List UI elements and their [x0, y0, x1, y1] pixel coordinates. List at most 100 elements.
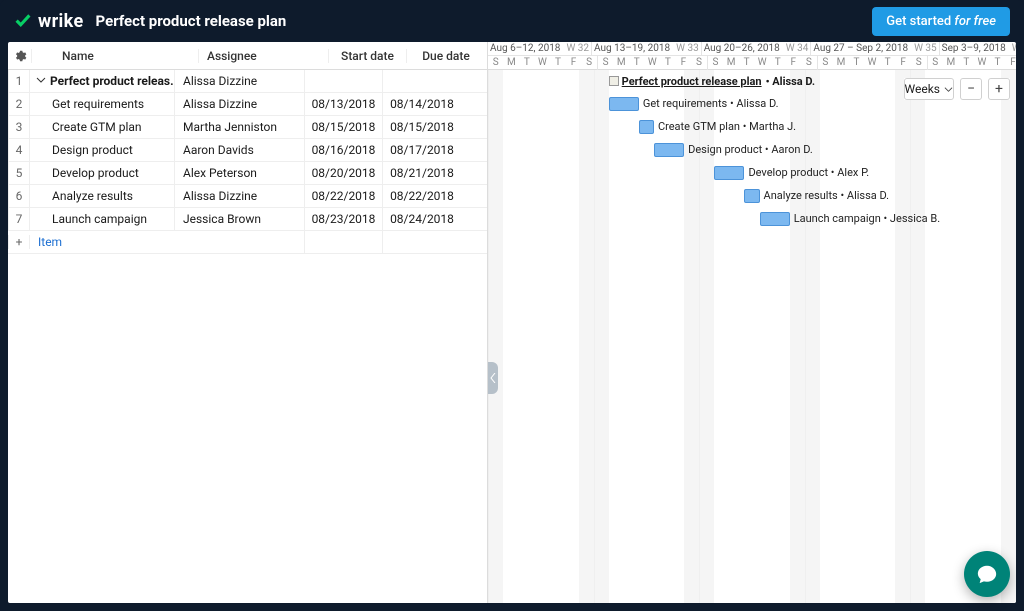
task-due-date[interactable]: 08/24/2018 — [383, 208, 461, 230]
day-letter: F — [1005, 56, 1016, 70]
scale-label: Weeks — [905, 82, 940, 96]
task-due-date[interactable]: 08/21/2018 — [383, 162, 461, 184]
rownum: 1 — [8, 70, 30, 92]
day-letter: M — [723, 56, 739, 70]
day-letter: T — [660, 56, 676, 70]
day-letter: F — [566, 56, 582, 70]
task-name[interactable]: Design product — [30, 139, 175, 161]
task-row[interactable]: 5Develop productAlex Peterson08/20/20180… — [8, 162, 487, 185]
gantt-panel: Name Assignee Start date Due date Aug 6–… — [8, 42, 1016, 603]
day-letter: S — [818, 56, 834, 70]
task-assignee[interactable]: Jessica Brown — [175, 208, 305, 230]
chevron-left-icon — [490, 373, 496, 383]
task-row[interactable]: 3Create GTM planMartha Jenniston08/15/20… — [8, 116, 487, 139]
task-name[interactable]: Perfect product releas... — [30, 70, 175, 92]
gantt-bar[interactable] — [609, 97, 639, 111]
task-assignee[interactable]: Alissa Dizzine — [175, 93, 305, 115]
day-letter: M — [833, 56, 849, 70]
view-controls: Weeks − + — [904, 78, 1010, 100]
task-assignee[interactable]: Alex Peterson — [175, 162, 305, 184]
task-row[interactable]: 7Launch campaignJessica Brown08/23/20180… — [8, 208, 487, 231]
task-name[interactable]: Develop product — [30, 162, 175, 184]
chevron-down-icon[interactable] — [36, 74, 46, 88]
gantt-bar[interactable] — [654, 143, 684, 157]
day-letter: T — [880, 56, 896, 70]
task-start-date[interactable]: 08/16/2018 — [305, 139, 383, 161]
task-name[interactable]: Create GTM plan — [30, 116, 175, 138]
task-due-date[interactable]: 08/22/2018 — [383, 185, 461, 207]
cta-get-started[interactable]: Get started for free — [872, 7, 1010, 36]
settings-button[interactable] — [8, 49, 32, 63]
task-start-date[interactable]: 08/20/2018 — [305, 162, 383, 184]
rownum: 3 — [8, 116, 30, 138]
task-name[interactable]: Analyze results — [30, 185, 175, 207]
gantt-bar[interactable] — [744, 189, 759, 203]
chat-icon — [976, 563, 998, 585]
task-due-date[interactable] — [383, 70, 461, 92]
scale-dropdown[interactable]: Weeks — [904, 78, 954, 100]
gantt-bar[interactable] — [639, 120, 654, 134]
task-assignee[interactable]: Martha Jenniston — [175, 116, 305, 138]
task-name[interactable]: Get requirements — [30, 93, 175, 115]
task-due-date[interactable]: 08/17/2018 — [383, 139, 461, 161]
summary-icon — [609, 76, 619, 86]
task-row[interactable]: 4Design productAaron Davids08/16/201808/… — [8, 139, 487, 162]
week-header: Aug 27 – Sep 2, 2018W 35 — [811, 42, 939, 55]
task-due-date[interactable]: 08/15/2018 — [383, 116, 461, 138]
day-letter: T — [629, 56, 645, 70]
task-row[interactable]: 2Get requirementsAlissa Dizzine08/13/201… — [8, 93, 487, 116]
week-header: Aug 13–19, 2018W 33 — [592, 42, 702, 55]
task-start-date[interactable]: 08/22/2018 — [305, 185, 383, 207]
task-assignee[interactable]: Alissa Dizzine — [175, 185, 305, 207]
gantt-bar[interactable] — [760, 212, 790, 226]
col-start-date[interactable]: Start date — [329, 49, 407, 63]
day-letter: S — [928, 56, 944, 70]
day-letter: S — [488, 56, 504, 70]
day-letter: M — [504, 56, 520, 70]
task-row[interactable]: 1Perfect product releas...Alissa Dizzine — [8, 70, 487, 93]
day-letter: T — [519, 56, 535, 70]
day-letter: W — [974, 56, 990, 70]
zoom-out-button[interactable]: − — [960, 78, 982, 100]
task-due-date[interactable]: 08/14/2018 — [383, 93, 461, 115]
brand-logo[interactable]: wrike — [14, 11, 84, 32]
chevron-down-icon — [944, 85, 953, 94]
day-letter: S — [801, 56, 817, 70]
task-start-date[interactable]: 08/23/2018 — [305, 208, 383, 230]
add-item-row[interactable]: +Item — [8, 231, 487, 254]
task-start-date[interactable]: 08/15/2018 — [305, 116, 383, 138]
cta-emph: for free — [954, 14, 996, 29]
col-due-date[interactable]: Due date — [407, 49, 485, 63]
gantt-bar-label: Get requirements • Alissa D. — [643, 97, 779, 111]
gantt-bar[interactable] — [714, 166, 744, 180]
col-name[interactable]: Name — [54, 49, 199, 63]
task-assignee[interactable]: Aaron Davids — [175, 139, 305, 161]
gantt-bar-label: Analyze results • Alissa D. — [764, 189, 890, 203]
task-row[interactable]: 6Analyze resultsAlissa Dizzine08/22/2018… — [8, 185, 487, 208]
gantt-timeline[interactable]: Perfect product release plan • Alissa D.… — [488, 70, 1016, 603]
task-name[interactable]: Launch campaign — [30, 208, 175, 230]
day-letter: T — [990, 56, 1006, 70]
summary-assignee: • Alissa D. — [766, 75, 816, 88]
task-assignee[interactable]: Alissa Dizzine — [175, 70, 305, 92]
add-item-label: Item — [30, 235, 175, 249]
timeline-header: Aug 6–12, 2018W 32Aug 13–19, 2018W 33Aug… — [488, 42, 1016, 70]
summary-label: Perfect product release plan — [622, 75, 762, 88]
collapse-handle[interactable] — [488, 362, 498, 394]
rownum: 6 — [8, 185, 30, 207]
gantt-bar-label: Launch campaign • Jessica B. — [794, 212, 940, 226]
gantt-bar-label: Create GTM plan • Martha J. — [658, 120, 796, 134]
gantt-summary-bar[interactable]: Perfect product release plan • Alissa D. — [609, 74, 815, 88]
day-letter: T — [739, 56, 755, 70]
day-letter: F — [676, 56, 692, 70]
task-start-date[interactable]: 08/13/2018 — [305, 93, 383, 115]
rownum: 7 — [8, 208, 30, 230]
brand-name: wrike — [38, 11, 84, 32]
col-assignee[interactable]: Assignee — [199, 49, 329, 63]
topbar: wrike Perfect product release plan Get s… — [0, 0, 1024, 42]
chat-button[interactable] — [964, 551, 1010, 597]
zoom-in-button[interactable]: + — [988, 78, 1010, 100]
task-start-date[interactable] — [305, 70, 383, 92]
day-letter: T — [770, 56, 786, 70]
day-letter: S — [598, 56, 614, 70]
